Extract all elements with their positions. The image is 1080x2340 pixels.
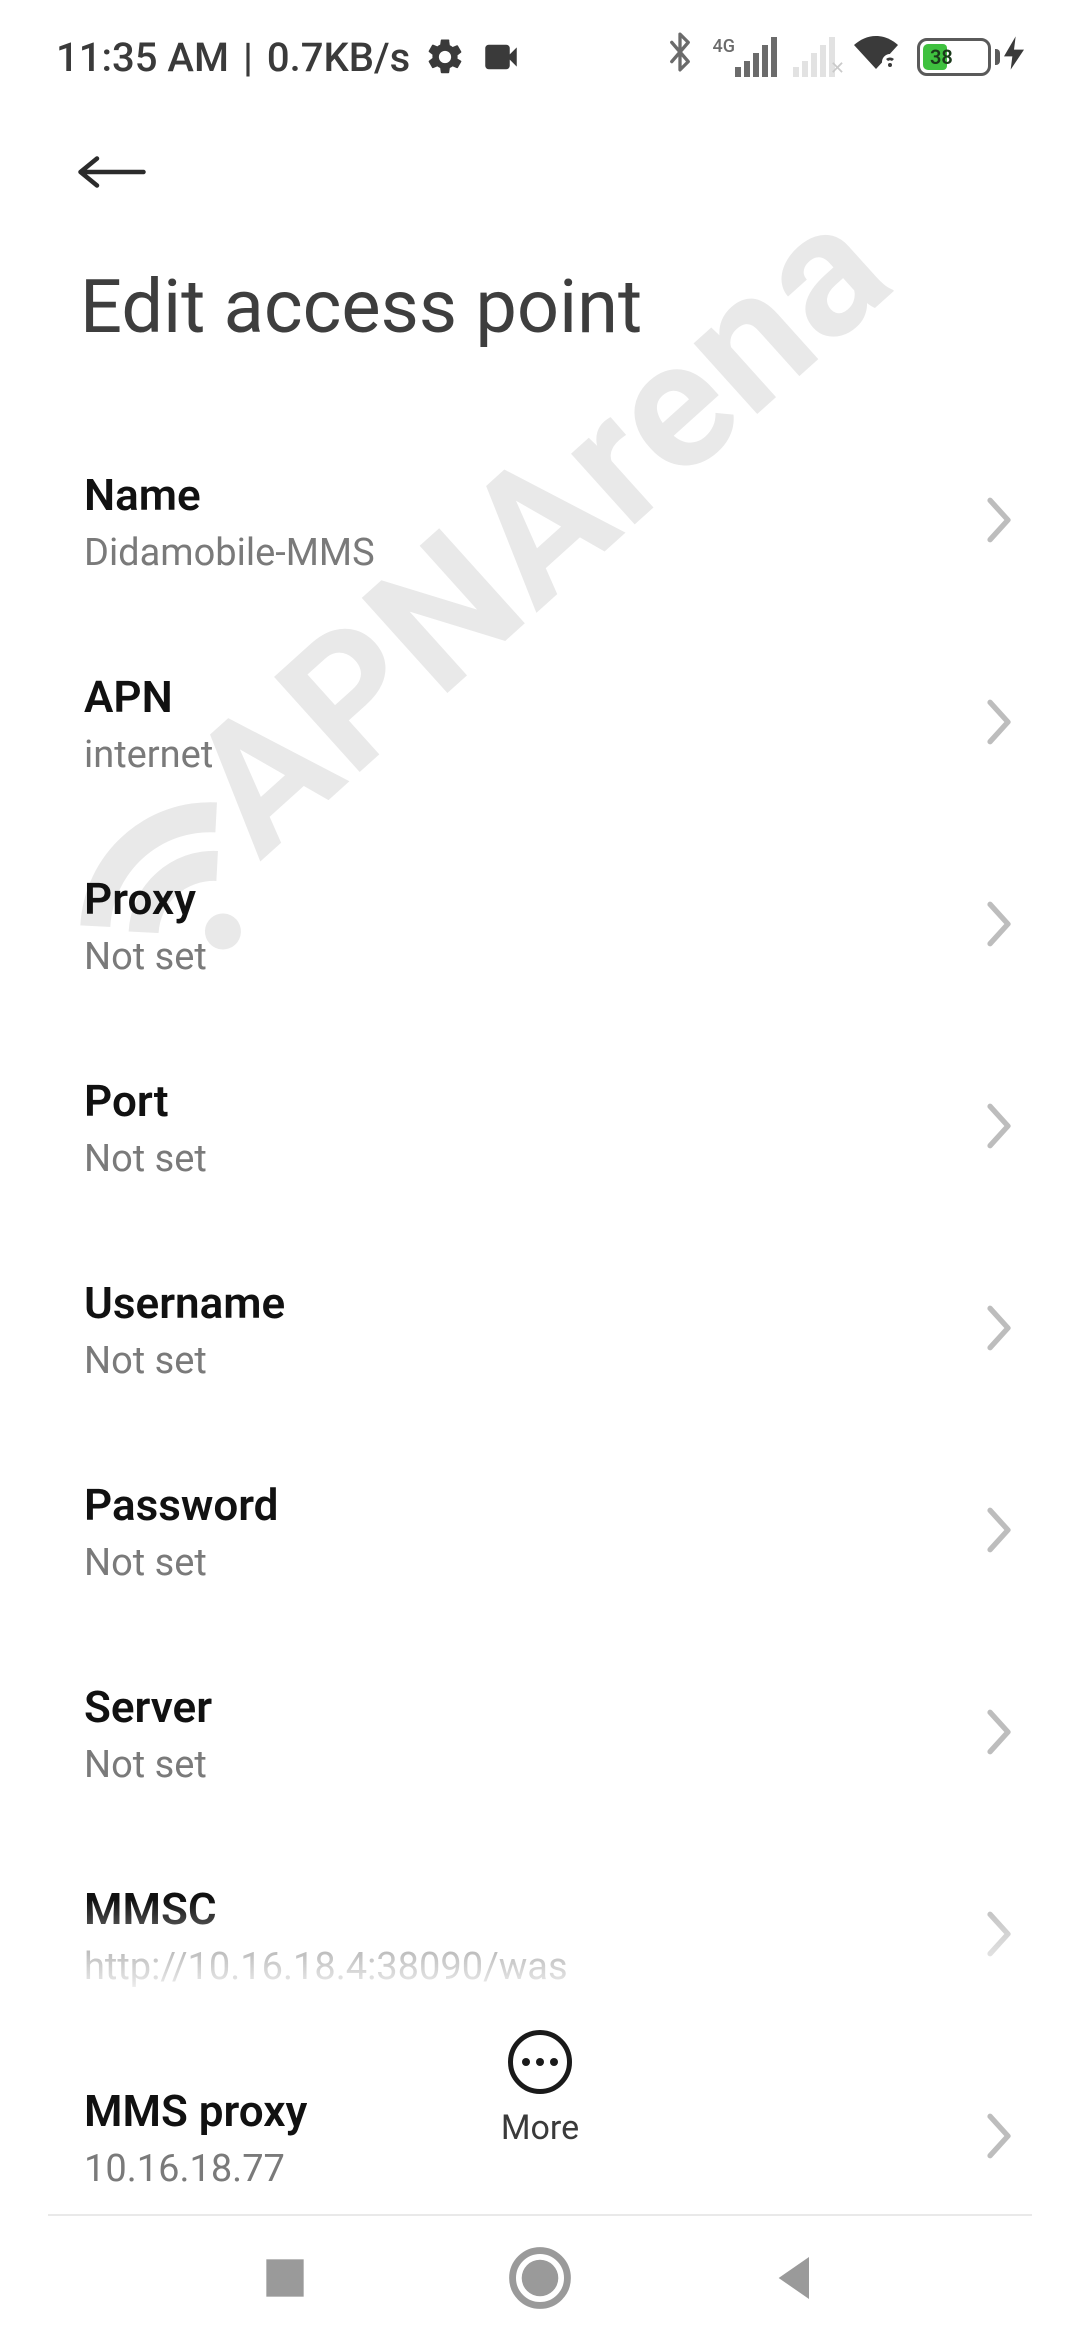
row-mmsc[interactable]: MMSC http://10.16.18.4:38090/was	[0, 1835, 1080, 2037]
status-net-speed: 0.7KB/s	[267, 34, 410, 81]
status-right: 4G ✕ 38	[663, 30, 1025, 84]
more-button[interactable]: More	[501, 2030, 579, 2148]
network-type-label: 4G	[713, 36, 736, 57]
no-sim-icon: ✕	[830, 58, 845, 79]
chevron-right-icon	[982, 495, 1016, 549]
row-value: Not set	[84, 1541, 278, 1585]
row-value: Not set	[84, 935, 207, 979]
status-time: 11:35 AM	[56, 34, 229, 81]
row-server[interactable]: Server Not set	[0, 1633, 1080, 1835]
row-value: Not set	[84, 1743, 212, 1787]
chevron-right-icon	[982, 1101, 1016, 1155]
row-title: Server	[84, 1681, 212, 1733]
signal-secondary: ✕	[793, 37, 835, 77]
row-title: MMSC	[84, 1883, 568, 1935]
row-port[interactable]: Port Not set	[0, 1027, 1080, 1229]
row-title: Name	[84, 469, 375, 521]
row-value: Not set	[84, 1137, 207, 1181]
status-separator: |	[243, 34, 253, 81]
charging-icon	[1004, 36, 1024, 79]
row-value: internet	[84, 733, 213, 777]
nav-recent-button[interactable]	[257, 2250, 313, 2310]
arrow-left-icon	[76, 148, 148, 200]
more-label: More	[501, 2108, 579, 2148]
chevron-right-icon	[982, 1707, 1016, 1761]
page-title: Edit access point	[0, 224, 1080, 421]
signal-bars-secondary-icon	[793, 37, 835, 77]
nav-home-button[interactable]	[508, 2246, 572, 2314]
bluetooth-icon	[663, 30, 697, 84]
settings-list: Name Didamobile-MMS APN internet Proxy N…	[0, 421, 1080, 2239]
row-value: http://10.16.18.4:38090/was	[84, 1945, 568, 1989]
row-title: Password	[84, 1479, 278, 1531]
row-title: Proxy	[84, 873, 207, 925]
signal-primary: 4G	[713, 37, 778, 77]
battery-indicator: 38	[917, 36, 1024, 79]
chevron-right-icon	[982, 1303, 1016, 1357]
status-bar: 11:35 AM | 0.7KB/s 4G ✕ 38	[0, 0, 1080, 94]
row-title: Username	[84, 1277, 285, 1329]
chevron-right-icon	[982, 1909, 1016, 1963]
signal-bars-icon	[735, 37, 777, 77]
row-value: Didamobile-MMS	[84, 531, 375, 575]
square-icon	[257, 2291, 313, 2310]
chevron-right-icon	[982, 899, 1016, 953]
row-value: Not set	[84, 1339, 285, 1383]
camera-icon	[480, 36, 522, 78]
triangle-left-icon	[767, 2291, 823, 2310]
battery-percent: 38	[930, 45, 953, 69]
back-button[interactable]	[76, 144, 156, 204]
row-username[interactable]: Username Not set	[0, 1229, 1080, 1431]
more-icon	[508, 2030, 572, 2094]
row-title: APN	[84, 671, 213, 723]
circle-icon	[508, 2295, 572, 2314]
chevron-right-icon	[982, 697, 1016, 751]
gear-icon	[424, 36, 466, 78]
nav-back-button[interactable]	[767, 2250, 823, 2310]
system-nav-bar	[0, 2220, 1080, 2340]
row-proxy[interactable]: Proxy Not set	[0, 825, 1080, 1027]
wifi-icon	[851, 32, 901, 82]
row-title: Port	[84, 1075, 207, 1127]
row-name[interactable]: Name Didamobile-MMS	[0, 421, 1080, 623]
row-password[interactable]: Password Not set	[0, 1431, 1080, 1633]
nav-separator	[48, 2214, 1032, 2216]
battery-icon: 38	[917, 38, 991, 76]
status-left: 11:35 AM | 0.7KB/s	[56, 34, 522, 81]
row-apn[interactable]: APN internet	[0, 623, 1080, 825]
chevron-right-icon	[982, 1505, 1016, 1559]
